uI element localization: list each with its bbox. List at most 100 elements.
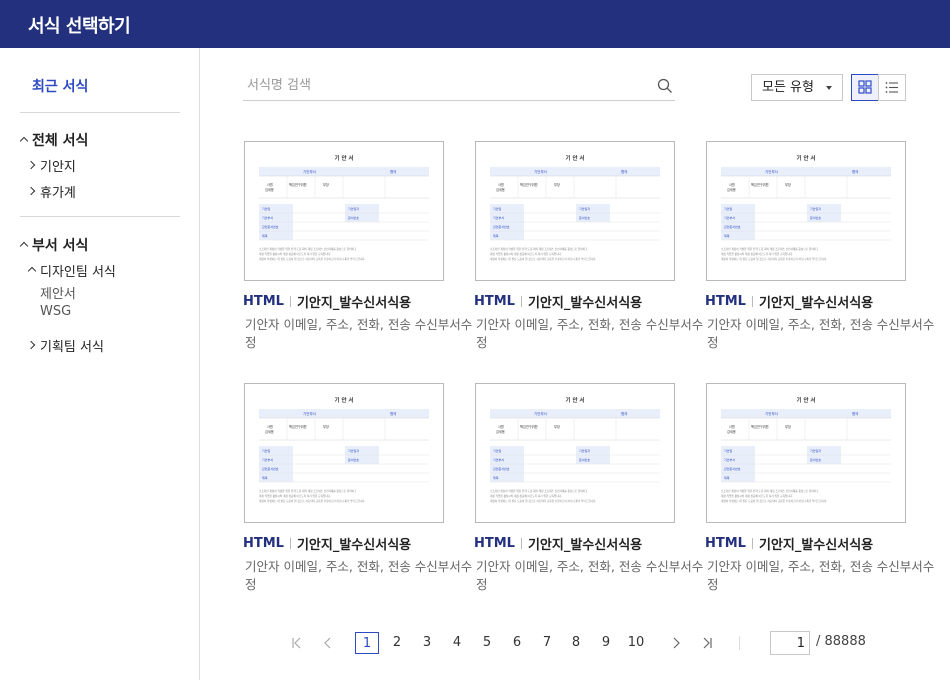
preview-text: 부장 [554, 424, 560, 429]
page-number-button[interactable]: 3 [415, 632, 439, 654]
preview-text: 책임연구위원 [520, 182, 538, 187]
format-label: HTML [243, 536, 284, 551]
form-description: 기안자 이메일, 주소, 전화, 전송 수신부서수정 [707, 317, 935, 350]
preview-text: 기안일 [724, 448, 733, 453]
preview-head: 협의 [390, 411, 396, 416]
search-input[interactable] [247, 74, 647, 96]
form-thumbnail[interactable]: 기 안 서 기안부서 협의 사원 김세용 책임연구위원 부장 기안일 기안부서 … [475, 383, 675, 523]
preview-text: 계정이 작성하는 데 필요 도움이 될 것으로 사료되며 교육을 수강하고자 하… [259, 257, 365, 261]
preview-text: 기안부서 [493, 457, 504, 462]
preview-text: 기안일자 [579, 206, 590, 211]
preview-head: 협의 [621, 411, 627, 416]
form-card-title[interactable]: HTML 기안지_발수신서식용 [705, 292, 937, 311]
preview-head: 협의 [621, 169, 627, 174]
preview-text: 사원 [729, 424, 735, 429]
form-name: 기안지_발수신서식용 [527, 538, 643, 553]
page-number-button[interactable]: 1 [355, 632, 379, 654]
page-number-button[interactable]: 10 [622, 632, 650, 654]
preview-text: 부장 [785, 182, 791, 187]
preview-title: 기 안 서 [334, 154, 353, 162]
form-thumbnail[interactable]: 기 안 서 기안부서 협의 사원 김세용 책임연구위원 부장 기안일 기안부서 … [475, 141, 675, 281]
preview-text: 부장 [323, 424, 329, 429]
form-thumbnail[interactable]: 기 안 서 기안부서 협의 사원 김세용 책임연구위원 부장 기안일 기안부서 … [244, 383, 444, 523]
title-separator [751, 538, 753, 549]
preview-text: 기안일자 [348, 448, 359, 453]
grid-view-button[interactable] [851, 74, 879, 101]
format-label: HTML [705, 294, 746, 309]
preview-head: 협의 [852, 411, 858, 416]
preview-text: 부장 [323, 182, 329, 187]
page-number-button[interactable]: 4 [445, 632, 469, 654]
preview-text: 기안일 [493, 448, 502, 453]
preview-text: 책임연구위원 [751, 182, 769, 187]
preview-text: 김세용 [727, 429, 736, 434]
sidebar-item-proposal[interactable]: 제안서 [40, 283, 76, 302]
preview-text: 문서번호 [348, 457, 359, 462]
last-page-button[interactable] [697, 632, 717, 654]
form-card-title[interactable]: HTML 기안지_발수신서식용 [243, 534, 475, 553]
form-name: 기안지_발수신서식용 [296, 296, 412, 311]
sidebar-item-gianji[interactable]: 기안지 [28, 156, 76, 175]
form-preview-image: 기 안 서 기안부서 협의 사원 김세용 책임연구위원 부장 기안일 기안부서 … [259, 396, 429, 503]
sidebar-group-dept[interactable]: 부서 서식 [20, 235, 88, 255]
preview-text: 사원 [498, 424, 504, 429]
preview-text: 기안일 [262, 206, 271, 211]
page-number-button[interactable]: 6 [505, 632, 529, 654]
form-preview-image: 기 안 서 기안부서 협의 사원 김세용 책임연구위원 부장 기안일 기안부서 … [490, 396, 660, 503]
preview-text: 오프라인 계정이 작성을 위한 전략 도출 회의 계정 프로세스 신인사제를 중… [490, 247, 588, 251]
page-number-button[interactable]: 2 [385, 632, 409, 654]
form-thumbnail[interactable]: 기 안 서 기안부서 협의 사원 김세용 책임연구위원 부장 기안일 기안부서 … [244, 141, 444, 281]
type-filter-select[interactable]: 모든 유형 [751, 74, 843, 101]
pagination-divider [739, 636, 740, 650]
sidebar-group-all[interactable]: 전체 서식 [20, 130, 88, 150]
page-number-button[interactable]: 9 [594, 632, 618, 654]
preview-text: 관련문서번호 [262, 466, 279, 471]
page-number-button[interactable]: 7 [535, 632, 559, 654]
list-view-button[interactable] [878, 74, 906, 101]
preview-text: 기안일 [724, 206, 733, 211]
preview-text: 기안일자 [810, 448, 821, 453]
first-page-button[interactable] [287, 632, 307, 654]
form-card-title[interactable]: HTML 기안지_발수신서식용 [474, 534, 706, 553]
prev-page-button[interactable] [318, 632, 338, 654]
preview-text: 계정 작업을 활성시켜 계정 성공에 이르도록 하기 위한 교육입니다. [259, 494, 331, 498]
preview-text: 계정이 작성하는 데 필요 도움이 될 것으로 사료되며 교육을 수강하고자 하… [721, 499, 827, 503]
preview-text: 문서번호 [810, 457, 821, 462]
sidebar-item-design-team[interactable]: 디자인팀 서식 [28, 261, 116, 280]
search-bar [243, 70, 675, 101]
search-icon[interactable] [657, 78, 673, 94]
chevron-right-icon [28, 159, 40, 172]
sidebar-item-label: 기획팀 서식 [40, 340, 104, 355]
preview-text: 오프라인 계정이 작성을 위한 전략 도출 회의 계정 프로세스 신인사제를 중… [721, 247, 819, 251]
form-card-title[interactable]: HTML 기안지_발수신서식용 [243, 292, 475, 311]
sidebar-group-label: 부서 서식 [32, 238, 89, 254]
preview-text: 계정 작업을 활성시켜 계정 성공에 이르도록 하기 위한 교육입니다. [721, 494, 793, 498]
form-preview-image: 기 안 서 기안부서 협의 사원 김세용 책임연구위원 부장 기안일 기안부서 … [721, 154, 891, 261]
sidebar-item-recent[interactable]: 최근 서식 [32, 76, 88, 96]
form-thumbnail[interactable]: 기 안 서 기안부서 협의 사원 김세용 책임연구위원 부장 기안일 기안부서 … [706, 383, 906, 523]
preview-text: 김세용 [265, 429, 274, 434]
sidebar-item-vacation[interactable]: 휴가계 [28, 182, 76, 201]
preview-text: 제목 [493, 233, 499, 238]
preview-text: 기안일자 [810, 206, 821, 211]
sidebar-item-wsg[interactable]: WSG [40, 304, 71, 319]
preview-text: 책임연구위원 [289, 424, 307, 429]
preview-text: 기안일 [493, 206, 502, 211]
sidebar-item-label: 기안지 [40, 160, 76, 175]
preview-text: 사원 [498, 182, 504, 187]
preview-head: 기안부서 [765, 169, 778, 174]
page-number-button[interactable]: 8 [564, 632, 588, 654]
sidebar: 최근 서식 전체 서식 기안지 휴가계 부서 서식 디자인팀 서식 제안서 WS… [0, 48, 200, 680]
preview-head: 협의 [390, 169, 396, 174]
form-thumbnail[interactable]: 기 안 서 기안부서 협의 사원 김세용 책임연구위원 부장 기안일 기안부서 … [706, 141, 906, 281]
page-number-input[interactable] [770, 631, 810, 655]
form-card-title[interactable]: HTML 기안지_발수신서식용 [474, 292, 706, 311]
preview-text: 기안부서 [262, 457, 273, 462]
page-number-button[interactable]: 5 [475, 632, 499, 654]
form-name: 기안지_발수신서식용 [758, 538, 874, 553]
form-card-title[interactable]: HTML 기안지_발수신서식용 [705, 534, 937, 553]
next-page-button[interactable] [666, 632, 686, 654]
preview-text: 책임연구위원 [289, 182, 307, 187]
prev-page-icon [324, 637, 331, 649]
sidebar-item-planning-team[interactable]: 기획팀 서식 [28, 336, 104, 355]
